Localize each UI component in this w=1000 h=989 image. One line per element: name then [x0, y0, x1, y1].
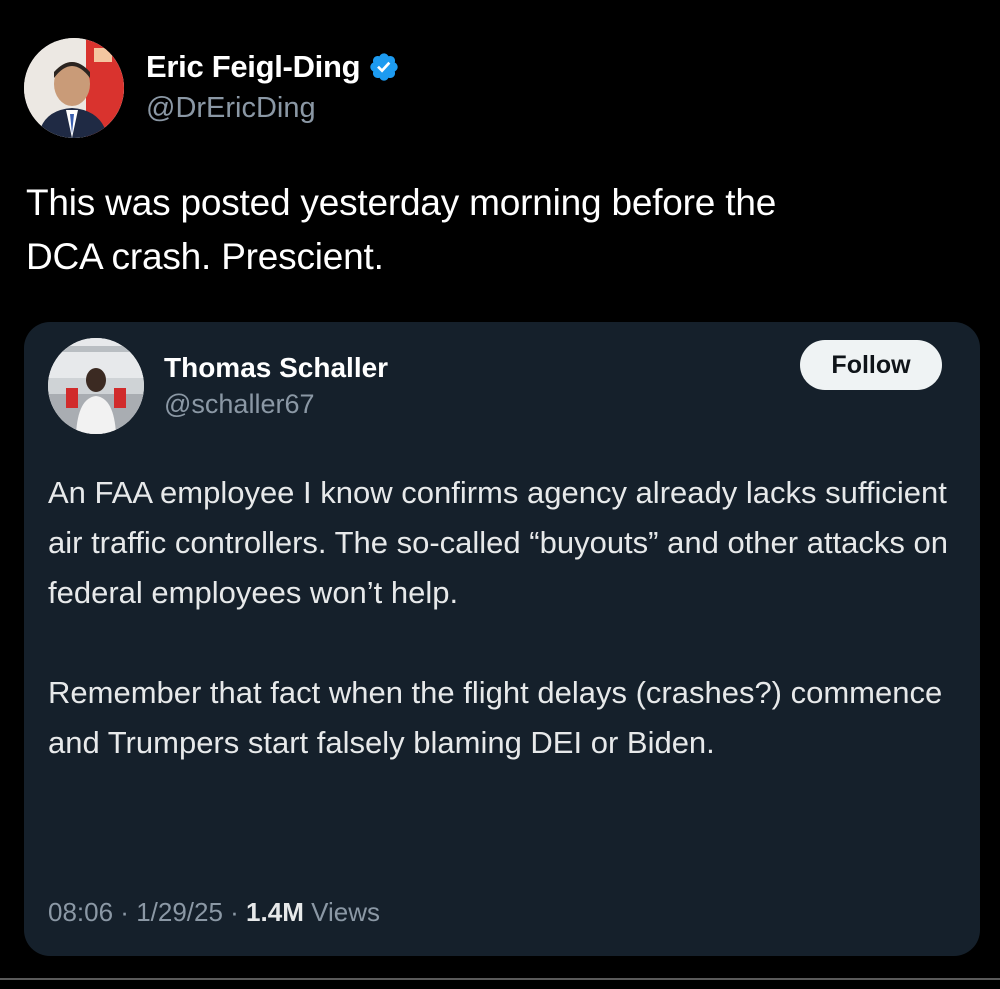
outer-author-block: Eric Feigl-Ding @DrEricDing	[146, 48, 400, 128]
meta-separator: ·	[222, 897, 247, 927]
quoted-tweet-header: Thomas Schaller @schaller67	[48, 338, 388, 434]
avatar[interactable]	[24, 38, 124, 138]
outer-tweet-text: This was posted yesterday morning before…	[26, 176, 966, 284]
quoted-author-name[interactable]: Thomas Schaller	[164, 350, 388, 386]
quoted-tweet-text: An FAA employee I know confirms agency a…	[48, 468, 948, 818]
outer-author-name-row: Eric Feigl-Ding	[146, 48, 400, 86]
follow-button[interactable]: Follow	[800, 340, 942, 390]
outer-author-handle[interactable]: @DrEricDing	[146, 88, 400, 128]
views-count[interactable]: 1.4M	[246, 897, 304, 927]
views-label: Views	[303, 897, 380, 927]
quoted-tweet-meta: 08:06 · 1/29/25 · 1.4M Views	[48, 894, 380, 930]
tweet-date[interactable]: 1/29/25	[136, 897, 223, 927]
verified-badge-icon	[368, 51, 400, 83]
divider	[0, 978, 1000, 980]
avatar[interactable]	[48, 338, 144, 434]
outer-tweet-line: This was posted yesterday morning before…	[26, 182, 777, 223]
outer-tweet-line: DCA crash. Prescient.	[26, 236, 384, 277]
quoted-tweet-card[interactable]: Thomas Schaller @schaller67 Follow An FA…	[24, 322, 980, 956]
outer-author-name[interactable]: Eric Feigl-Ding	[146, 48, 361, 86]
quoted-author-block: Thomas Schaller @schaller67	[164, 350, 388, 422]
quoted-author-handle[interactable]: @schaller67	[164, 386, 388, 422]
tweet-time[interactable]: 08:06	[48, 897, 113, 927]
outer-tweet-header: Eric Feigl-Ding @DrEricDing	[24, 38, 400, 138]
meta-separator: ·	[113, 897, 137, 927]
quoted-tweet-paragraph: An FAA employee I know confirms agency a…	[48, 475, 949, 610]
quoted-tweet-paragraph: Remember that fact when the flight delay…	[48, 675, 943, 760]
